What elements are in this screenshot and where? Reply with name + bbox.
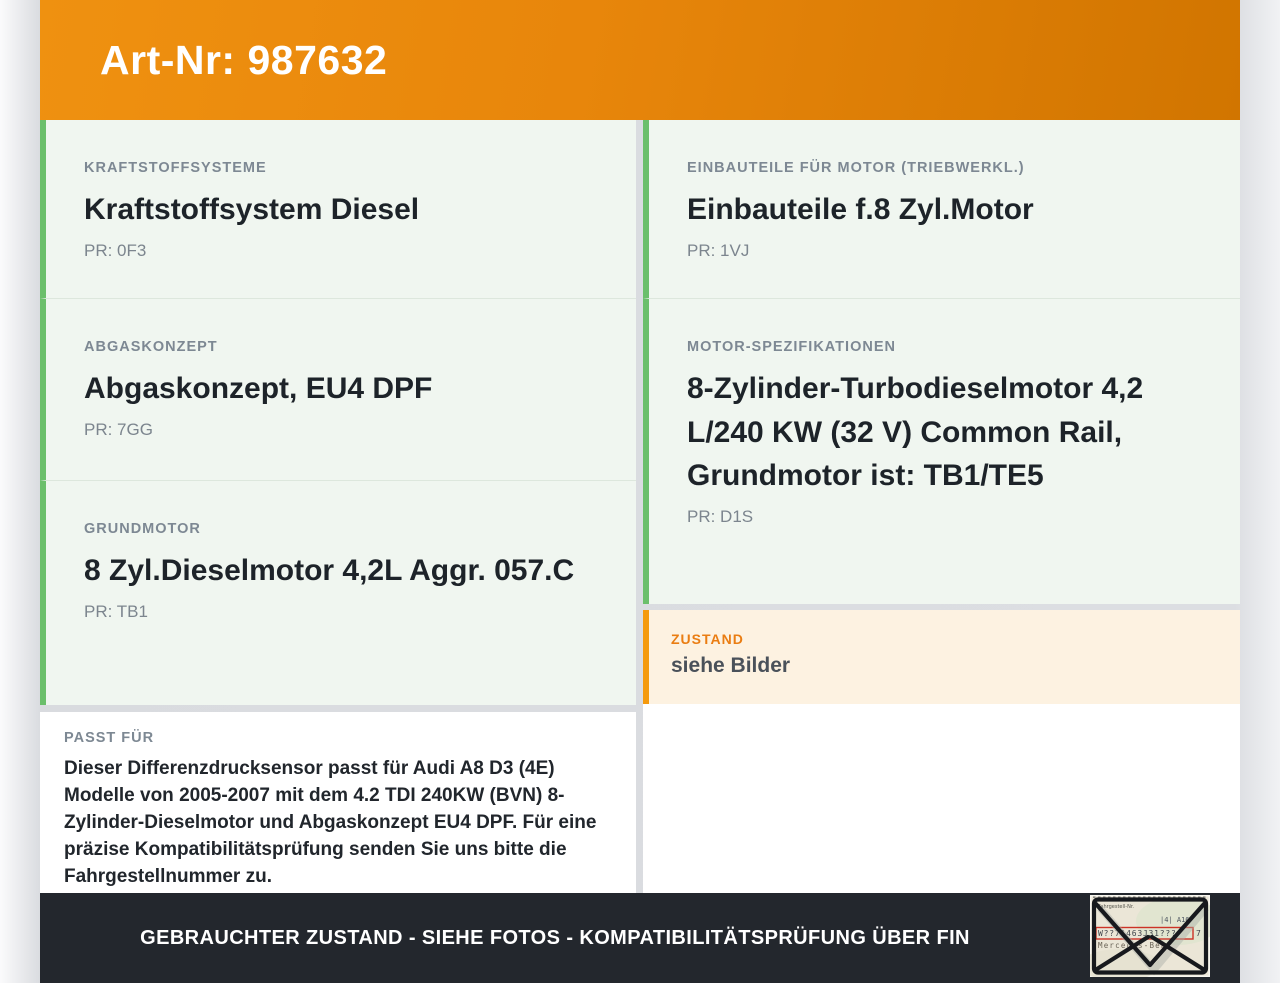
- pr-code: PR: TB1: [84, 601, 148, 621]
- right-green-cards: EINBAUTEILE FÜR MOTOR (TRIEBWERKL.) Einb…: [643, 120, 1240, 604]
- header-banner: Art-Nr: 987632: [40, 0, 1240, 120]
- card-title: 8 Zyl.Dieselmotor 4,2L Aggr. 057.C: [84, 554, 575, 587]
- card-title: Kraftstoffsystem Diesel: [84, 193, 420, 226]
- pr-code: PR: 7GG: [84, 419, 153, 439]
- right-column: EINBAUTEILE FÜR MOTOR (TRIEBWERKL.) Einb…: [643, 120, 1240, 893]
- compatibility-text: Dieser Differenzdrucksensor passt für Au…: [64, 758, 597, 887]
- product-sheet: Art-Nr: 987632 KRAFTSTOFFSYSTEME Kraftst…: [40, 0, 1240, 983]
- card-einbauteile: EINBAUTEILE FÜR MOTOR (TRIEBWERKL.) Einb…: [643, 120, 1240, 298]
- card-label: ZUSTAND: [671, 631, 744, 647]
- pr-code: PR: 1VJ: [687, 240, 750, 260]
- article-number-title: Art-Nr: 987632: [100, 36, 388, 83]
- card-passt-fuer: PASST FÜR Dieser Differenzdrucksensor pa…: [40, 712, 636, 906]
- footer-bar: GEBRAUCHTER ZUSTAND - SIEHE FOTOS - KOMP…: [40, 893, 1240, 983]
- condition-value: siehe Bilder: [671, 654, 791, 677]
- spec-grid: KRAFTSTOFFSYSTEME Kraftstoffsystem Diese…: [40, 120, 1240, 906]
- card-kraftstoffsysteme: KRAFTSTOFFSYSTEME Kraftstoffsystem Diese…: [40, 120, 636, 298]
- card-label: ABGASKONZEPT: [84, 339, 218, 355]
- left-column: KRAFTSTOFFSYSTEME Kraftstoffsystem Diese…: [40, 120, 636, 906]
- card-title: 8-Zylinder-Turbodieselmotor 4,2 L/240 KW…: [687, 372, 1144, 492]
- left-green-cards: KRAFTSTOFFSYSTEME Kraftstoffsystem Diese…: [40, 120, 636, 705]
- card-label: PASST FÜR: [64, 730, 155, 746]
- card-motor-spezifikationen: MOTOR-SPEZIFIKATIONEN 8-Zylinder-Turbodi…: [643, 298, 1240, 604]
- card-abgaskonzept: ABGASKONZEPT Abgaskonzept, EU4 DPF PR: 7…: [40, 298, 636, 480]
- vin-suffix-text: 7: [1196, 929, 1201, 938]
- card-title: Einbauteile f.8 Zyl.Motor: [687, 193, 1034, 226]
- card-title: Abgaskonzept, EU4 DPF: [84, 372, 433, 405]
- card-zustand: ZUSTAND siehe Bilder: [643, 610, 1240, 704]
- right-filler-panel: [643, 704, 1240, 893]
- card-label: EINBAUTEILE FÜR MOTOR (TRIEBWERKL.): [687, 160, 1025, 176]
- footer-message: GEBRAUCHTER ZUSTAND - SIEHE FOTOS - KOMP…: [140, 926, 970, 949]
- pr-code: PR: D1S: [687, 506, 754, 526]
- card-label: KRAFTSTOFFSYSTEME: [84, 160, 267, 176]
- card-grundmotor: GRUNDMOTOR 8 Zyl.Dieselmotor 4,2L Aggr. …: [40, 480, 636, 705]
- vin-text: W??71463J31???: [1098, 929, 1177, 938]
- pr-code: PR: 0F3: [84, 240, 147, 260]
- fin-document-photo: Fahrgestell-Nr. |4| A16 W??71463J31??? 7…: [1090, 895, 1210, 977]
- card-label: MOTOR-SPEZIFIKATIONEN: [687, 339, 896, 355]
- card-label: GRUNDMOTOR: [84, 521, 201, 537]
